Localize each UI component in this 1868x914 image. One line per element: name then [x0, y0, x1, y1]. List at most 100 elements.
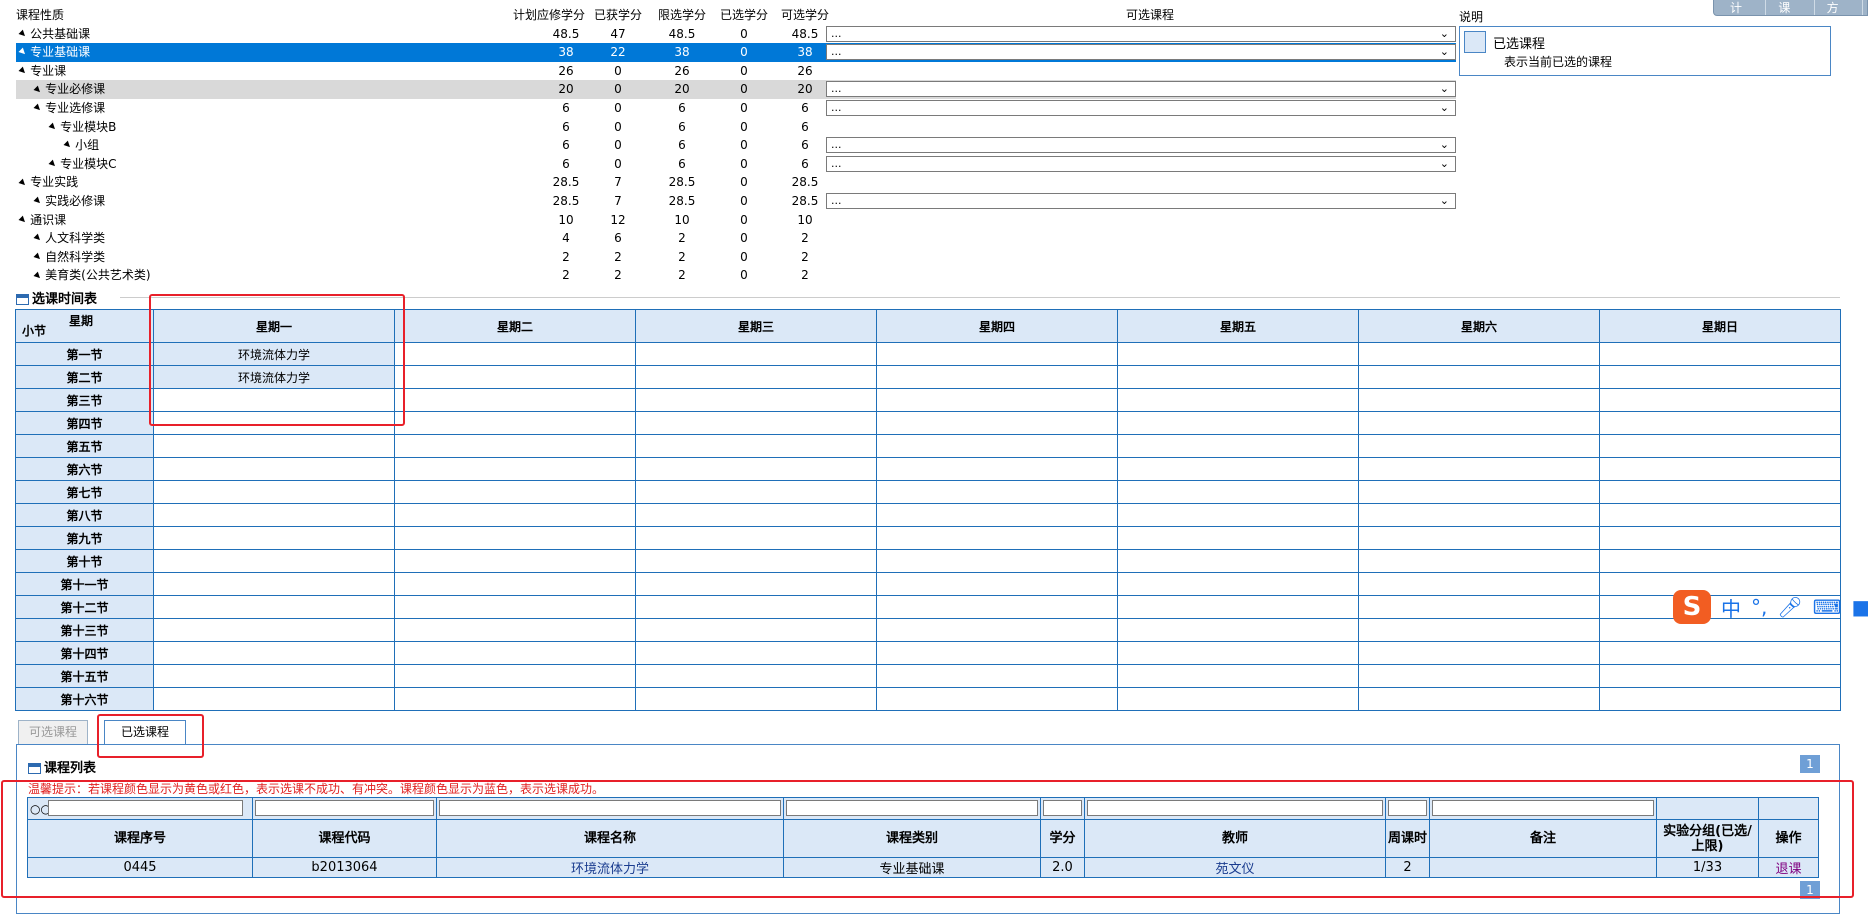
- plan-row[interactable]: ▼ 公共基础课 48.5 47 48.5 0 48.5... ⌄: [16, 25, 1456, 44]
- timetable-cell: [1599, 365, 1841, 389]
- plan-row-value: 0: [740, 212, 748, 227]
- day-header: 星期六: [1358, 309, 1600, 343]
- plan-row[interactable]: ▼ 专业模块C 6 0 6 0 6... ⌄: [16, 155, 1456, 174]
- timetable-cell: [635, 664, 877, 688]
- plan-row[interactable]: ▼ 专业课 26 0 26 0 26: [16, 62, 1456, 81]
- timetable-cell: [1358, 595, 1600, 619]
- plan-row-value: 4: [562, 231, 570, 246]
- plan-row-name[interactable]: ▼ 专业必修课: [32, 80, 105, 99]
- timetable-cell: [1358, 664, 1600, 688]
- plan-row-name[interactable]: ▼ 自然科学类: [32, 248, 105, 267]
- plan-row-value: 2: [801, 231, 809, 246]
- course-select-dropdown[interactable]: ... ⌄: [826, 137, 1456, 154]
- slot-label: 第十一节: [15, 572, 154, 596]
- plan-row-name[interactable]: ▼ 专业实践: [17, 173, 79, 192]
- plan-row-name[interactable]: ▼ 人文科学类: [32, 229, 105, 248]
- timetable-cell: [1599, 664, 1841, 688]
- timetable-cell: [1117, 434, 1359, 458]
- course-list-title: 课程列表: [28, 757, 96, 776]
- timetable-cell: [394, 618, 636, 642]
- slot-label: 第十五节: [15, 664, 154, 688]
- plan-row-name[interactable]: ▼ 专业选修课: [32, 99, 105, 118]
- course-select-dropdown[interactable]: ... ⌄: [826, 155, 1456, 172]
- timetable-cell: [1358, 572, 1600, 596]
- window-icon: [28, 763, 41, 774]
- plan-row[interactable]: ▼ 美育类(公共艺术类) 2 2 2 0 2: [16, 266, 1456, 285]
- timetable-cell: [1358, 480, 1600, 504]
- plan-row[interactable]: ▼ 专业必修课 20 0 20 0 20... ⌄: [16, 80, 1456, 99]
- plan-row-name[interactable]: ▼ 专业基础课: [17, 43, 90, 62]
- course-select-dropdown[interactable]: ... ⌄: [826, 192, 1456, 209]
- timetable-cell: [635, 365, 877, 389]
- legend-panel: 说明 已选课程 表示当前已选的课程: [1459, 8, 1831, 76]
- plan-row[interactable]: ▼ 专业实践 28.5 7 28.5 0 28.5: [16, 173, 1456, 192]
- plan-row[interactable]: ▼ 专业基础课 38 22 38 0 38... ⌄: [16, 43, 1456, 62]
- chinese-mode-icon[interactable]: 中: [1721, 593, 1741, 622]
- timetable-cell: [635, 457, 877, 481]
- plan-row[interactable]: ▼ 实践必修课 28.5 7 28.5 0 28.5... ⌄: [16, 192, 1456, 211]
- plan-row-name[interactable]: ▼ 专业模块B: [47, 118, 117, 137]
- timetable-cell: [635, 549, 877, 573]
- timetable-cell: [876, 572, 1118, 596]
- plan-row-label: 小组: [75, 138, 100, 153]
- timetable-cell: [1358, 411, 1600, 435]
- plan-row-name[interactable]: ▼ 通识课: [17, 211, 66, 230]
- pager-top[interactable]: 1: [1800, 755, 1820, 773]
- plan-row-label: 专业模块B: [60, 119, 117, 134]
- timetable-cell: [876, 595, 1118, 619]
- timetable-cell: [1117, 549, 1359, 573]
- timetable-cell: [153, 549, 395, 573]
- plan-row-name[interactable]: ▼ 美育类(公共艺术类): [32, 266, 150, 285]
- plan-row[interactable]: ▼ 专业选修课 6 0 6 0 6... ⌄: [16, 99, 1456, 118]
- course-select-dropdown[interactable]: ... ⌄: [826, 99, 1456, 116]
- timetable-cell: [635, 526, 877, 550]
- plan-row-value: 10: [674, 212, 690, 227]
- plan-row[interactable]: ▼ 小组 6 0 6 0 6... ⌄: [16, 136, 1456, 155]
- plan-row-value: 6: [562, 156, 570, 171]
- timetable-cell: [153, 480, 395, 504]
- dropdown-value: ...: [831, 138, 842, 152]
- skin-icon[interactable]: ■: [1852, 595, 1868, 619]
- plan-row-value: 2: [801, 268, 809, 283]
- dropdown-value: ...: [831, 100, 842, 114]
- microphone-icon[interactable]: 🎤︎: [1777, 595, 1802, 619]
- plan-row-value: 0: [740, 175, 748, 190]
- punctuation-icon[interactable]: °,: [1751, 595, 1767, 619]
- slot-label: 第九节: [15, 526, 154, 550]
- course-select-dropdown[interactable]: ... ⌄: [826, 25, 1456, 42]
- plan-row[interactable]: ▼ 通识课 10 12 10 0 10: [16, 211, 1456, 230]
- timetable-cell: [153, 664, 395, 688]
- course-select-dropdown[interactable]: ... ⌄: [826, 81, 1456, 98]
- plan-row-value: 28.5: [668, 193, 696, 208]
- day-header: 星期日: [1599, 309, 1841, 343]
- plan-row[interactable]: ▼ 专业模块B 6 0 6 0 6: [16, 118, 1456, 137]
- tab-available-courses[interactable]: 可选课程: [18, 720, 88, 744]
- timetable-cell: [635, 595, 877, 619]
- plan-row[interactable]: ▼ 自然科学类 2 2 2 0 2: [16, 248, 1456, 267]
- plan-row-name[interactable]: ▼ 小组: [62, 136, 100, 155]
- plan-row-name[interactable]: ▼ 实践必修课: [32, 192, 105, 211]
- course-select-dropdown[interactable]: ... ⌄: [826, 44, 1456, 61]
- plan-row[interactable]: ▼ 人文科学类 4 6 2 0 2: [16, 229, 1456, 248]
- plan-row-name[interactable]: ▼ 专业模块C: [47, 155, 116, 174]
- plan-row-value: 0: [614, 82, 622, 97]
- plan-header-available: 可选学分: [780, 8, 829, 22]
- sogou-logo-icon[interactable]: S: [1673, 590, 1711, 624]
- timetable-cell: [635, 411, 877, 435]
- timetable-title-text: 选课时间表: [32, 292, 98, 307]
- timetable-cell: [153, 687, 395, 711]
- plan-header-row: 课程性质 计划应修学分 已获学分 限选学分 已选学分 可选学分 可选课程: [16, 6, 1456, 25]
- plan-row-name[interactable]: ▼ 公共基础课: [17, 25, 90, 44]
- plan-row-value: 6: [562, 138, 570, 153]
- chevron-down-icon: ⌄: [1439, 156, 1449, 170]
- plan-row-label: 专业实践: [30, 175, 79, 190]
- keyboard-icon[interactable]: ⌨: [1813, 595, 1842, 619]
- legend-swatch: [1464, 31, 1486, 53]
- plan-header-courses: 可选课程: [1126, 8, 1175, 22]
- plan-row-name[interactable]: ▼ 专业课: [17, 62, 66, 81]
- plan-row-value: 7: [614, 175, 622, 190]
- timetable-cell: [153, 457, 395, 481]
- chevron-down-icon: ⌄: [1439, 45, 1449, 59]
- plan-row-value: 0: [740, 193, 748, 208]
- plan-row-value: 10: [797, 212, 813, 227]
